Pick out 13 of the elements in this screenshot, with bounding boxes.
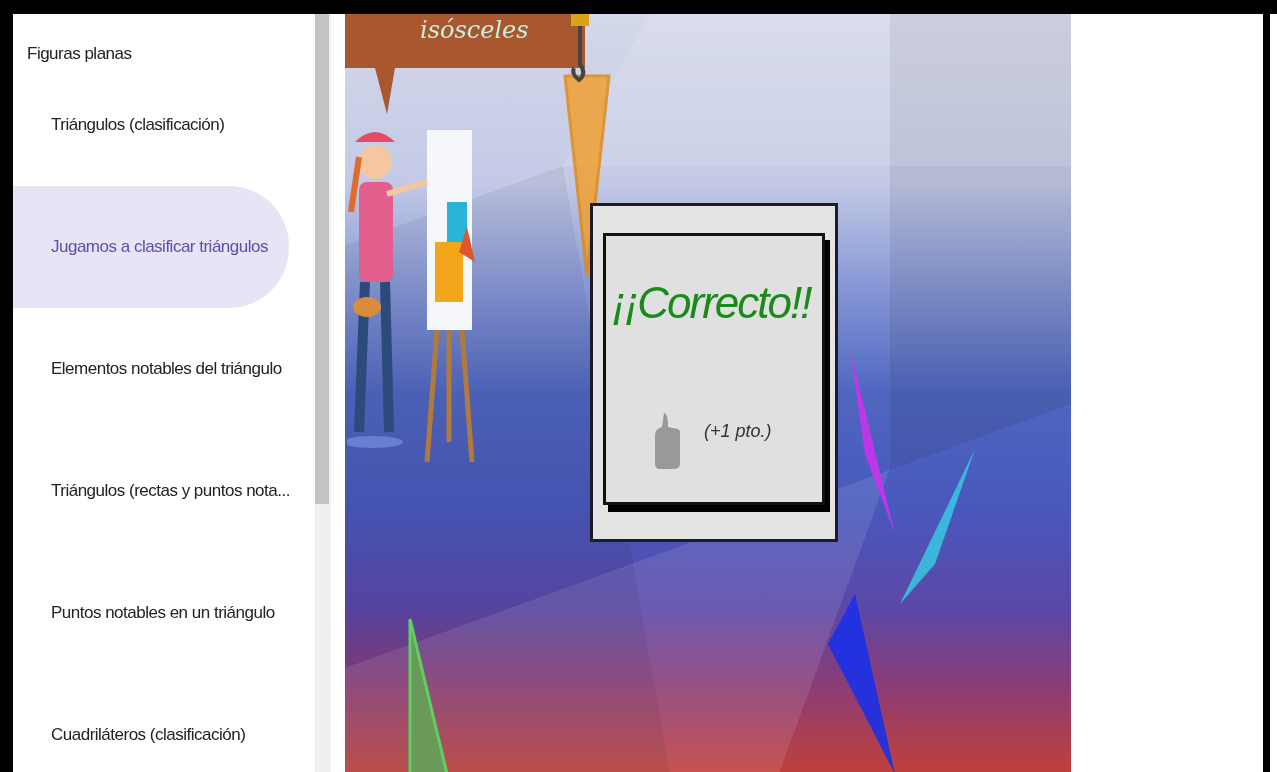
correct-message: ¡¡Correcto!! <box>612 278 811 328</box>
thumbs-up-icon <box>654 411 682 471</box>
sidebar-item[interactable]: Jugamos a clasificar triángulos <box>13 186 289 308</box>
sidebar-item[interactable]: Elementos notables del triángulo <box>13 308 289 430</box>
scrollbar-thumb[interactable] <box>315 14 329 504</box>
sidebar-item[interactable]: Puntos notables en un triángulo <box>13 552 289 674</box>
sidebar-item[interactable]: Triángulos (clasificación) <box>13 64 289 186</box>
sidebar-item[interactable]: Cuadriláteros (clasificación) <box>13 674 289 772</box>
sidebar-item[interactable]: Triángulos (rectas y puntos nota... <box>13 430 289 552</box>
banner-text: isósceles <box>420 16 529 44</box>
sidebar-heading: Figuras planas <box>26 43 133 64</box>
points-text: (+1 pto.) <box>704 421 772 442</box>
scrollbar[interactable] <box>315 14 331 772</box>
